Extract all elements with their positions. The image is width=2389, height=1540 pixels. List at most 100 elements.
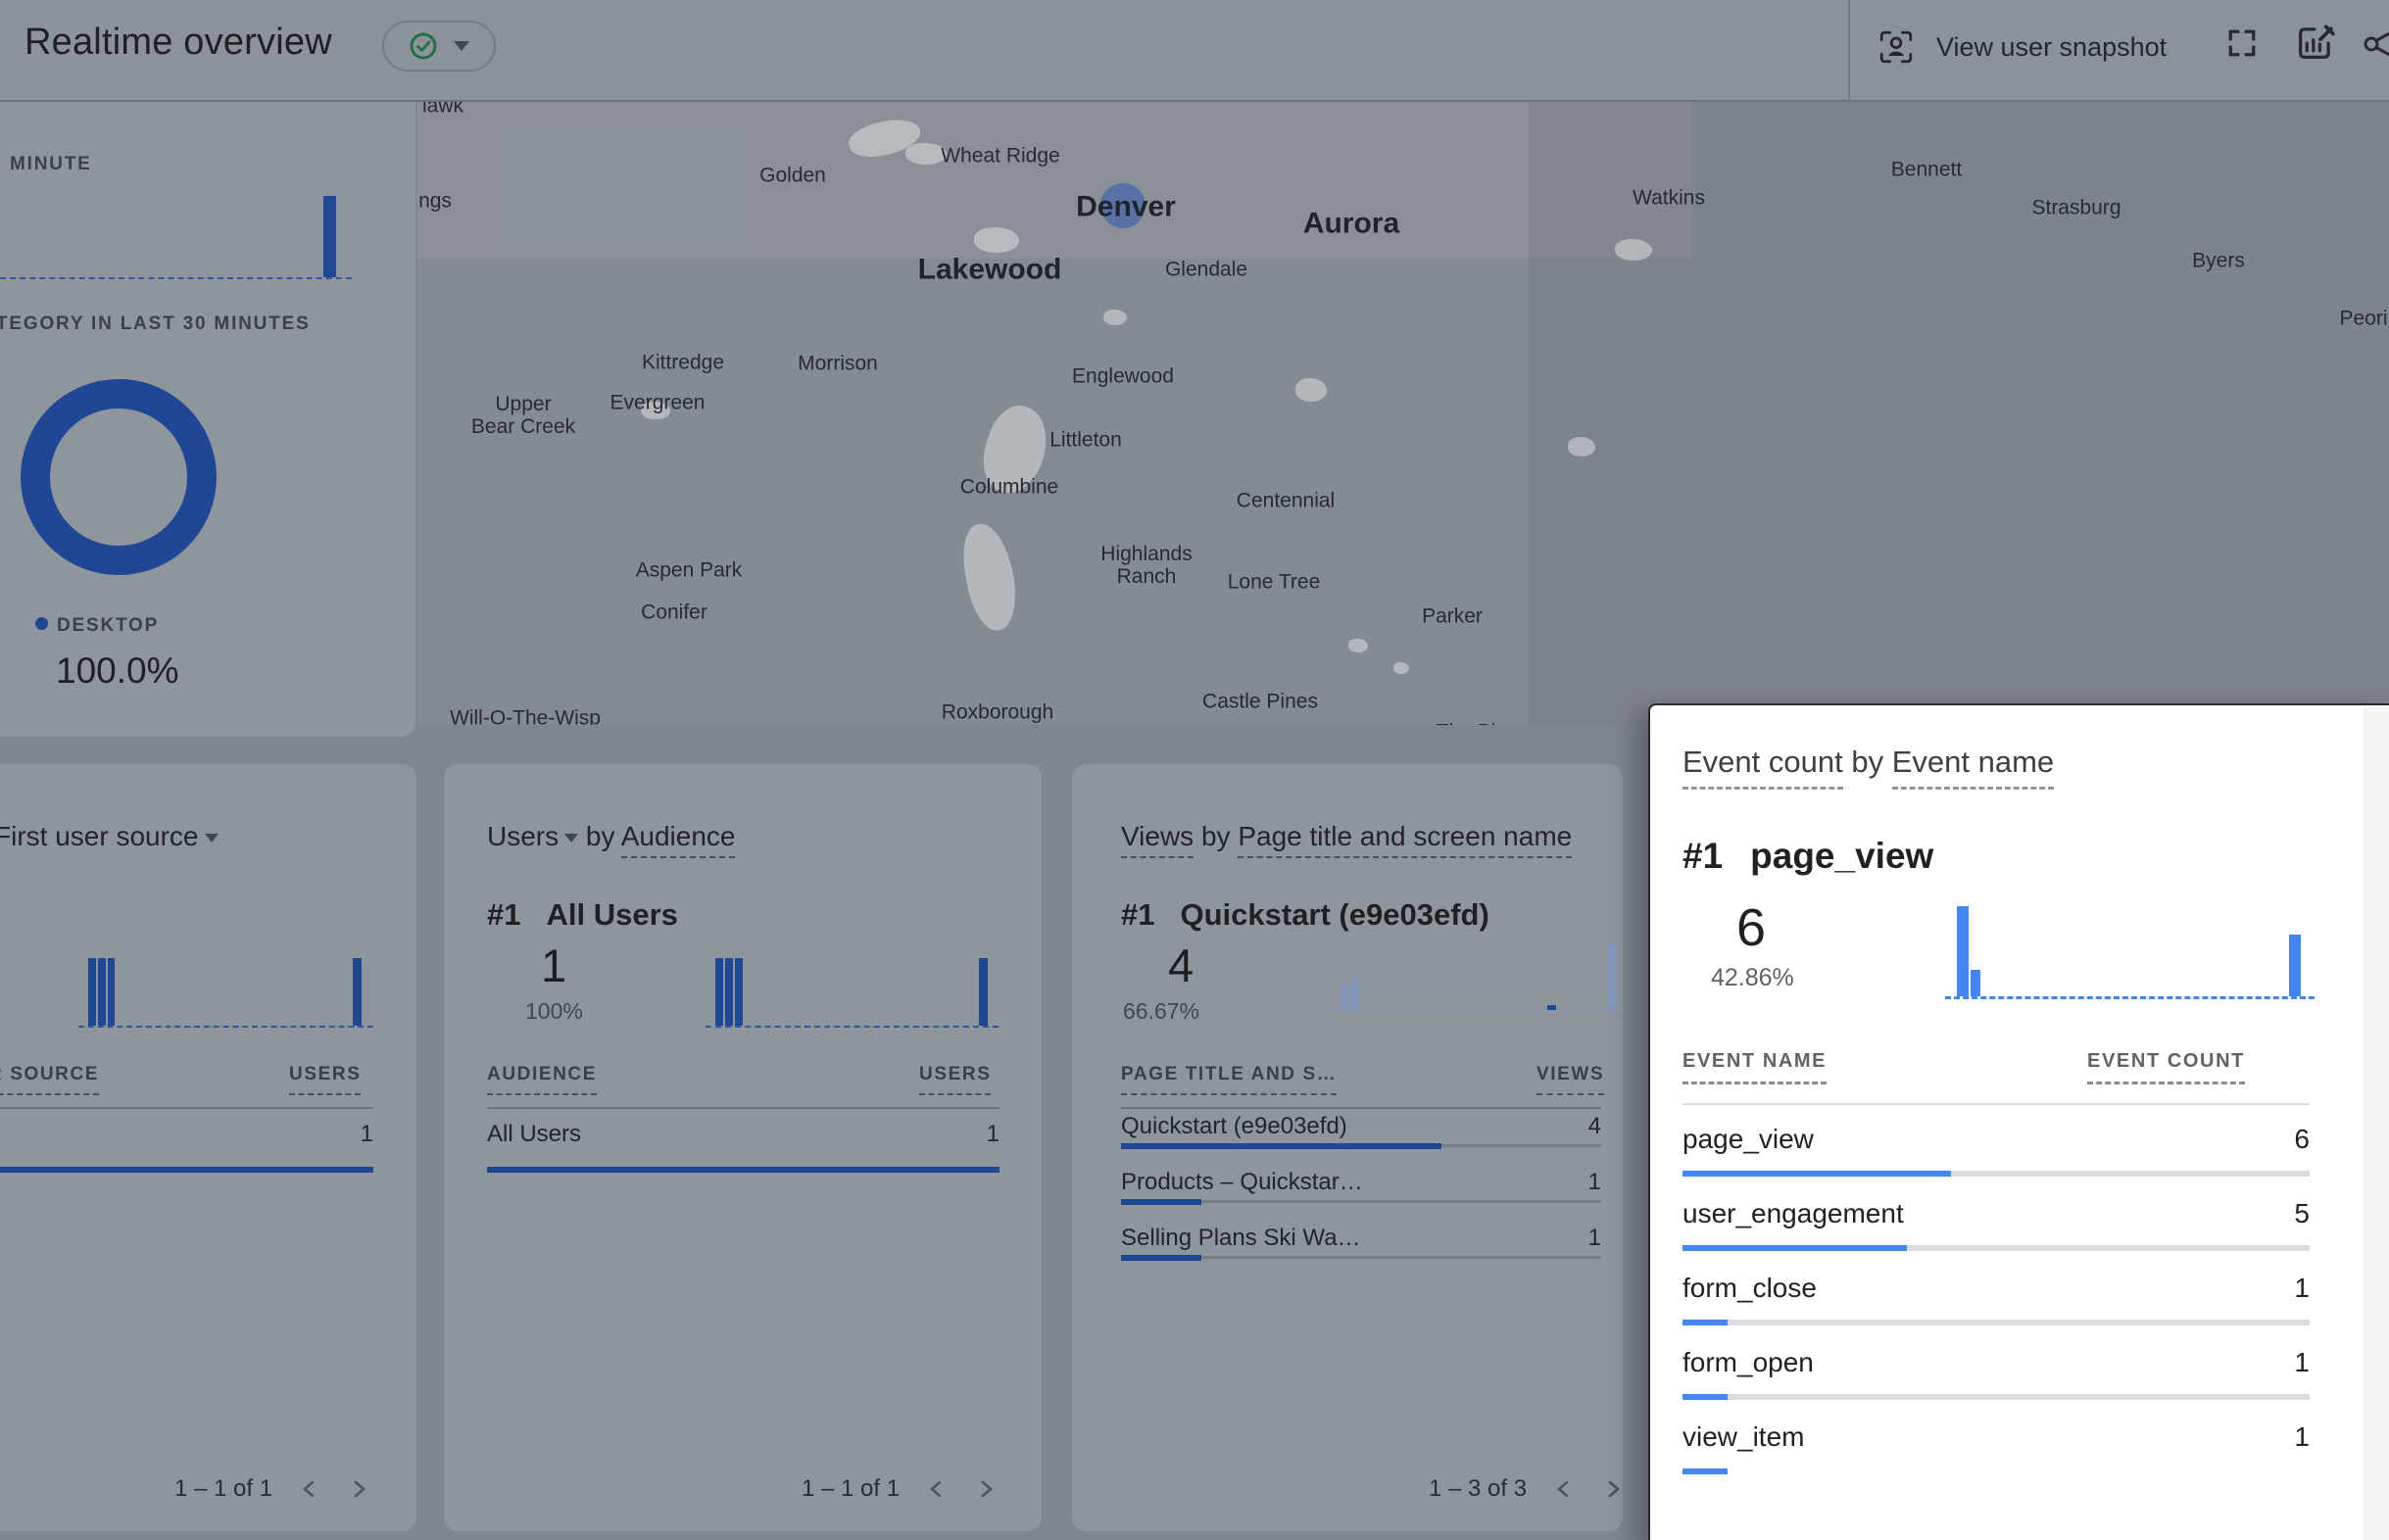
row-bar-track [0,1167,373,1173]
row-name: Selling Plans Ski Wa… [1121,1225,1361,1252]
event-metric-link[interactable]: Event count [1682,745,1843,790]
map-park-patch [1615,239,1652,261]
row-bar-fill [1121,1143,1441,1149]
chevron-right-icon[interactable] [974,1477,998,1501]
row-value: 1 [2294,1273,2310,1304]
map-city-label: Castle Pines [1202,690,1318,712]
card3-metric-link[interactable]: Views [1121,821,1194,858]
map-city-label: Strasburg [2031,196,2121,218]
chevron-left-icon[interactable] [925,1477,949,1501]
row-value: 5 [2294,1198,2310,1229]
card1-pagination: 1 – 1 of 1 [174,1475,370,1503]
sparkline-bar [1547,1005,1556,1010]
row-bar-fill [1121,1255,1201,1261]
row-bar-fill [487,1167,999,1173]
map-city-label: Roxborough [942,700,1053,723]
event-col-name: EVENT NAME [1682,1050,1827,1084]
event-card-top-entity: #1page_view [1682,836,1933,877]
chevron-right-icon[interactable] [347,1477,370,1501]
event-card-scrollbar[interactable] [2364,707,2389,1540]
row-value: 1 [2294,1347,2310,1378]
view-user-snapshot-button[interactable]: View user snapshot [1877,18,2167,76]
row-bar-fill [1682,1468,1728,1474]
event-card-title: Event count by Event name [1682,745,2054,780]
map-city-label: lawk [422,102,463,118]
map-park-patch [974,227,1019,253]
event-card-top-value: 6 [1736,897,1766,958]
header: Realtime overview View user snapsh [0,0,2389,102]
report-status-dropdown[interactable] [382,21,496,72]
view-user-snapshot-label: View user snapshot [1936,32,2167,63]
card2-title: Users by Audience [487,821,735,852]
event-card-top-percent: 42.86% [1711,964,1794,992]
card3-sparkline [1334,942,1624,1012]
row-name: Quickstart (e9e03efd) [1121,1113,1347,1140]
desktop-legend-dot [35,617,48,630]
map[interactable]: lawkngsGoldenWheat RidgeDenverAuroraLake… [417,102,2389,725]
sparkline-bar [979,958,988,1026]
card3-dimension-link[interactable]: Page title and screen name [1238,821,1572,858]
map-park-patch [957,520,1022,635]
card3-top-entity: #1Quickstart (e9e03efd) [1121,897,1489,933]
table-row: Quickstart (e9e03efd)4 [1121,1109,1601,1165]
chevron-down-icon[interactable] [564,834,578,842]
row-value: 1 [1588,1169,1601,1196]
map-city-label: Lone Tree [1228,570,1321,593]
table-row: view_item1 [1682,1408,2310,1482]
row-bar-fill [1682,1320,1728,1325]
card1-dimension-selector[interactable]: First user source [0,821,199,851]
sparkline-bar [725,958,733,1026]
card3-col-dimension: PAGE TITLE AND S… [1121,1064,1337,1095]
map-city-label: Upper Bear Creek [471,393,575,438]
pagination-label: 1 – 1 of 1 [174,1475,272,1503]
desktop-percentage: 100.0% [56,650,179,692]
row-bar-track [1121,1144,1601,1147]
map-city-label: Glendale [1165,258,1247,280]
sparkline-bar [98,958,106,1026]
edit-comparisons-icon[interactable] [2293,20,2338,65]
row-bar-track [1121,1256,1601,1259]
card2-dimension-link[interactable]: Audience [621,821,736,858]
map-city-label: Wheat Ridge [941,144,1059,167]
event-dimension-link[interactable]: Event name [1892,745,2054,790]
chevron-right-icon[interactable] [1601,1477,1625,1501]
card2-metric-selector[interactable]: Users [487,821,559,851]
sparkline-bar [1608,943,1617,1010]
ga-realtime-overview-page: Realtime overview View user snapsh [0,0,2389,1540]
table-row: form_open1 [1682,1333,2310,1408]
chevron-down-icon[interactable] [205,834,219,842]
row-bar-track [1682,1468,2310,1474]
map-city-label: Kittredge [642,351,724,373]
row-bar-fill [1121,1199,1201,1205]
map-city-label: Aspen Park [636,558,743,581]
card3-table-rows: Quickstart (e9e03efd)4Products – Quickst… [1121,1109,1601,1276]
row-value: 1 [1588,1225,1601,1252]
sparkline-bar [1957,906,1969,996]
share-icon[interactable] [2360,24,2389,67]
map-city-label: Highlands Ranch [1100,543,1192,588]
fullscreen-icon[interactable] [2226,27,2258,59]
row-name: form_close [1682,1273,1817,1304]
pagination-label: 1 – 3 of 3 [1429,1475,1527,1503]
device-category-donut-chart [21,379,217,575]
chevron-left-icon[interactable] [298,1477,321,1501]
map-city-label: Will-O-The-Wisp [450,706,601,725]
row-name: page_view [1682,1124,1814,1155]
table-row: All Users1 [487,1109,999,1175]
row-bar-track [1682,1394,2310,1400]
card3-title: Views by Page title and screen name [1121,821,1572,852]
event-col-count: EVENT COUNT [2087,1050,2245,1084]
map-park-patch [1295,378,1327,402]
pagination-label: 1 – 1 of 1 [802,1475,900,1503]
chevron-left-icon[interactable] [1552,1477,1576,1501]
table-row: Products – Quickstar…1 [1121,1165,1601,1221]
card1-sparkline [78,957,373,1028]
row-bar-fill [1682,1394,1728,1400]
card3-pagination: 1 – 3 of 3 [1429,1475,1625,1503]
sparkline-bar [323,196,336,277]
card2-table-rows: All Users1 [487,1109,999,1175]
sparkline-bar [353,958,362,1026]
card2-top-value: 1 [541,938,566,992]
row-value: 1 [361,1121,373,1148]
card2-sparkline [706,957,999,1028]
